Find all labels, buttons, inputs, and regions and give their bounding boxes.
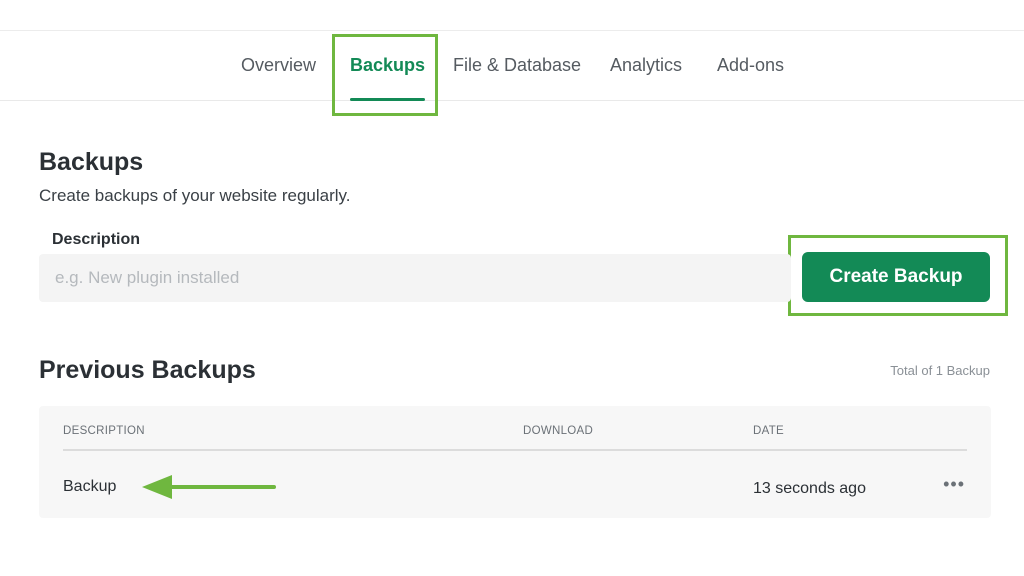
description-input[interactable] bbox=[39, 254, 791, 302]
tab-label: File & Database bbox=[453, 55, 582, 75]
previous-backups-title: Previous Backups bbox=[39, 356, 256, 384]
tab-label: Add-ons bbox=[717, 55, 785, 75]
page-subtitle: Create backups of your website regularly… bbox=[39, 186, 351, 205]
backups-table: DESCRIPTION DOWNLOAD DATE Backup 13 seco… bbox=[39, 406, 991, 518]
row-date: 13 seconds ago bbox=[753, 480, 866, 497]
page-title: Backups bbox=[39, 148, 144, 176]
column-header-download: DOWNLOAD bbox=[523, 425, 594, 437]
backups-tab-highlight bbox=[332, 34, 438, 116]
row-description: Backup bbox=[63, 478, 117, 495]
tab-overview[interactable]: Overview bbox=[241, 31, 316, 101]
tab-file-database[interactable]: File & Database bbox=[453, 31, 581, 101]
tab-label: Analytics bbox=[610, 55, 683, 75]
create-backup-button[interactable]: Create Backup bbox=[802, 252, 990, 302]
header-divider bbox=[63, 449, 967, 451]
column-header-description: DESCRIPTION bbox=[63, 425, 145, 437]
backup-count: Total of 1 Backup bbox=[890, 363, 990, 378]
tab-label: Overview bbox=[241, 55, 317, 75]
tab-add-ons[interactable]: Add-ons bbox=[717, 31, 784, 101]
description-label: Description bbox=[52, 231, 141, 248]
left-arrow-icon bbox=[142, 475, 276, 499]
tab-analytics[interactable]: Analytics bbox=[610, 31, 682, 101]
column-header-date: DATE bbox=[753, 425, 785, 437]
row-more-options-icon[interactable]: ••• bbox=[943, 474, 965, 495]
section-tabs: Overview Backups File & Database Analyti… bbox=[0, 31, 1024, 101]
